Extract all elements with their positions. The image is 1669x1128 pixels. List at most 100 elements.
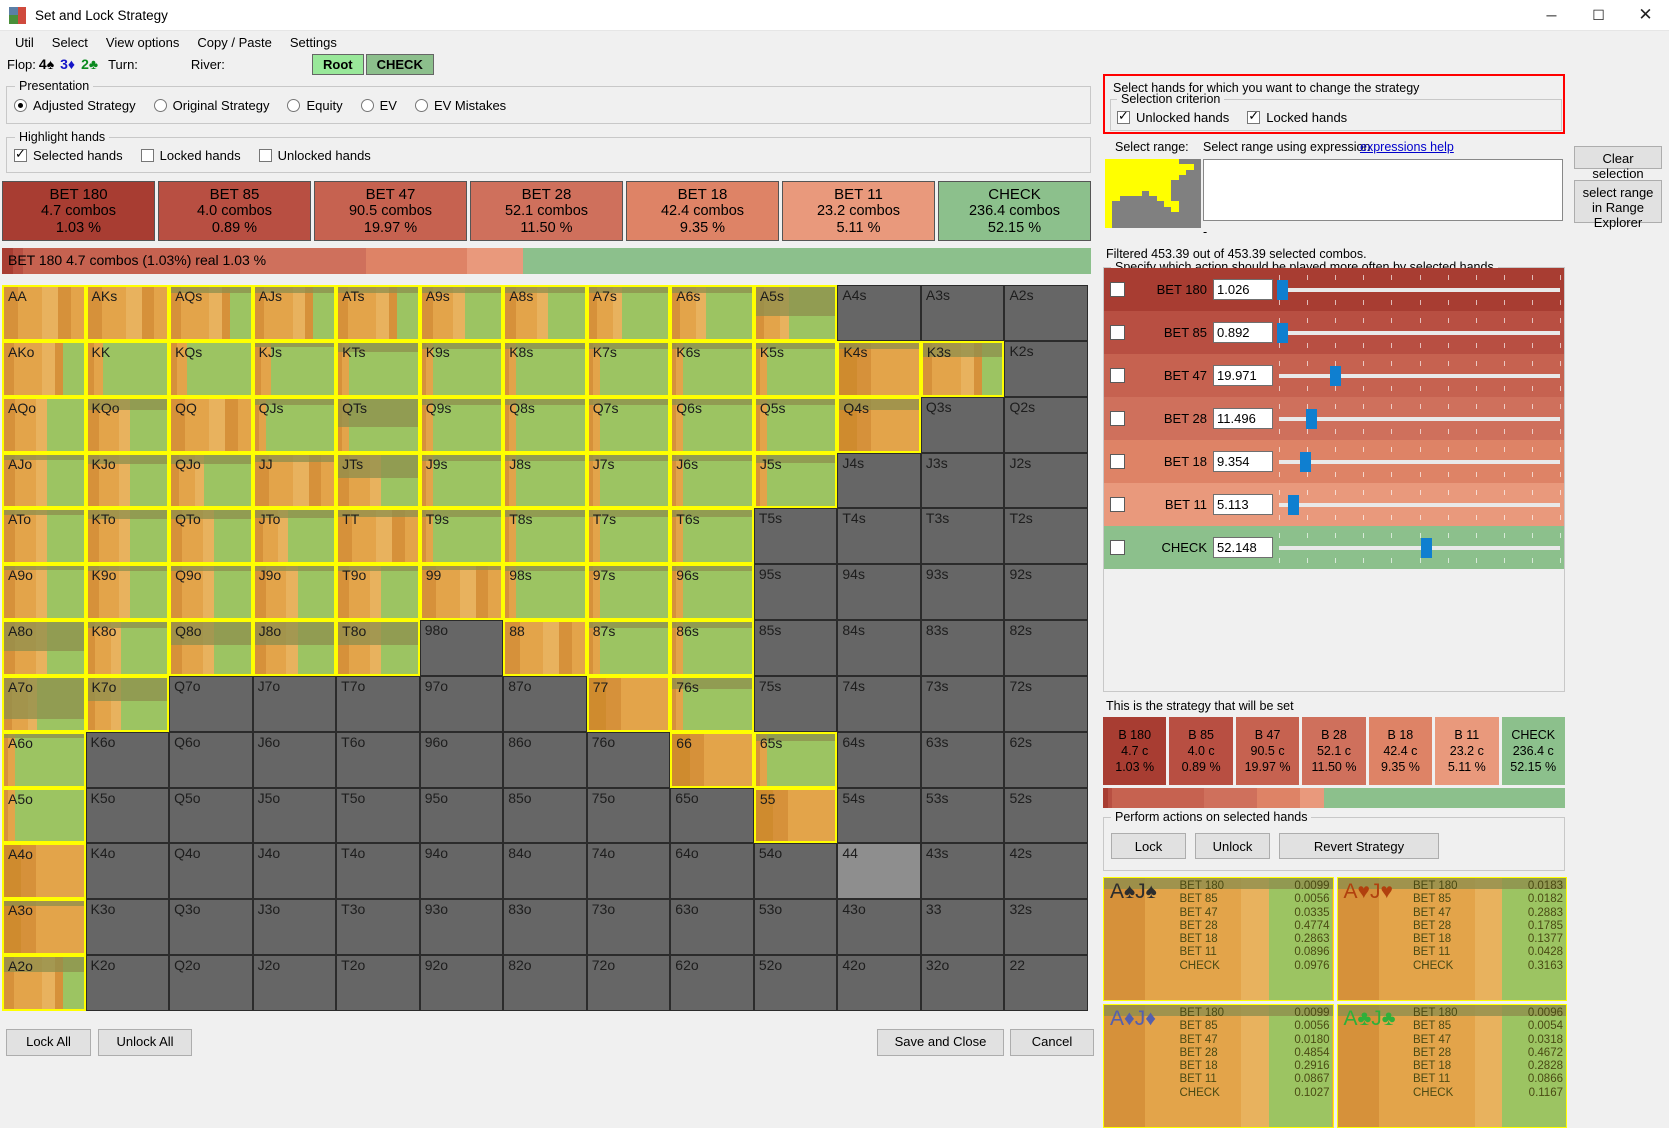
slider-lock-checkbox[interactable] bbox=[1110, 454, 1125, 469]
hand-cell-82s[interactable]: 82s bbox=[1004, 620, 1088, 676]
slider-thumb[interactable] bbox=[1288, 494, 1300, 515]
hand-cell-K5s[interactable]: K5s bbox=[753, 340, 838, 397]
slider-track-area[interactable] bbox=[1279, 357, 1561, 395]
hand-cell-55[interactable]: 55 bbox=[753, 787, 838, 844]
hand-cell-42s[interactable]: 42s bbox=[1004, 843, 1088, 900]
hand-cell-J3s[interactable]: J3s bbox=[920, 452, 1005, 509]
hand-cell-A9o[interactable]: A9o bbox=[2, 564, 86, 621]
hand-cell-T7s[interactable]: T7s bbox=[586, 508, 671, 565]
action-button-bet-18[interactable]: BET 18 42.4 combos 9.35 % bbox=[626, 181, 779, 241]
hand-cell-KK[interactable]: KK bbox=[85, 340, 170, 397]
hand-cell-64s[interactable]: 64s bbox=[837, 731, 921, 788]
hand-cell-T9s[interactable]: T9s bbox=[419, 508, 504, 565]
hand-cell-Q8o[interactable]: Q8o bbox=[169, 620, 253, 676]
slider-value-input[interactable]: 0.892 bbox=[1213, 322, 1273, 343]
highlight-option-selected-hands[interactable]: Selected hands bbox=[14, 147, 123, 163]
hand-cell-62s[interactable]: 62s bbox=[1004, 731, 1088, 788]
hand-cell-AA[interactable]: AA bbox=[2, 285, 86, 341]
perform-revert-strategy-button[interactable]: Revert Strategy bbox=[1279, 833, 1439, 859]
hand-cell-A6o[interactable]: A6o bbox=[2, 731, 86, 788]
close-button[interactable]: ✕ bbox=[1622, 0, 1669, 31]
hand-cell-Q2o[interactable]: Q2o bbox=[169, 955, 253, 1011]
hand-cell-K9o[interactable]: K9o bbox=[85, 564, 170, 621]
hand-cell-33[interactable]: 33 bbox=[920, 899, 1005, 956]
slider-thumb[interactable] bbox=[1330, 365, 1342, 386]
hand-cell-Q6o[interactable]: Q6o bbox=[169, 731, 253, 788]
hand-cell-QJs[interactable]: QJs bbox=[252, 396, 337, 453]
menu-item-select[interactable]: Select bbox=[43, 33, 97, 52]
hand-cell-75s[interactable]: 75s bbox=[753, 675, 838, 732]
slider-lock-checkbox[interactable] bbox=[1110, 540, 1125, 555]
slider-lock-checkbox[interactable] bbox=[1110, 325, 1125, 340]
hand-cell-82o[interactable]: 82o bbox=[503, 955, 587, 1011]
slider-value-input[interactable]: 5.113 bbox=[1213, 494, 1273, 515]
hand-cell-99[interactable]: 99 bbox=[419, 564, 504, 621]
hand-cell-QJo[interactable]: QJo bbox=[169, 452, 253, 509]
hand-cell-Q7s[interactable]: Q7s bbox=[586, 396, 671, 453]
hand-cell-95o[interactable]: 95o bbox=[419, 787, 504, 844]
hand-cell-93o[interactable]: 93o bbox=[419, 899, 504, 956]
hand-cell-Q9o[interactable]: Q9o bbox=[169, 564, 253, 621]
hand-cell-KTo[interactable]: KTo bbox=[85, 508, 170, 565]
slider-value-input[interactable]: 11.496 bbox=[1213, 408, 1273, 429]
hand-cell-QTs[interactable]: QTs bbox=[336, 396, 420, 453]
hand-cell-84s[interactable]: 84s bbox=[837, 620, 921, 676]
slider-track-area[interactable] bbox=[1276, 271, 1561, 309]
hand-cell-Q5s[interactable]: Q5s bbox=[753, 396, 838, 453]
hand-cell-A3s[interactable]: A3s bbox=[920, 285, 1005, 341]
minimize-button[interactable]: ─ bbox=[1528, 0, 1575, 31]
hand-cell-63s[interactable]: 63s bbox=[920, 731, 1005, 788]
hand-cell-K2s[interactable]: K2s bbox=[1004, 340, 1088, 397]
hand-cell-J8o[interactable]: J8o bbox=[252, 620, 337, 676]
hand-cell-K8o[interactable]: K8o bbox=[85, 620, 170, 676]
hand-cell-J7o[interactable]: J7o bbox=[252, 675, 337, 732]
hand-cell-A5o[interactable]: A5o bbox=[2, 787, 86, 844]
hand-cell-T7o[interactable]: T7o bbox=[336, 675, 420, 732]
hand-cell-53o[interactable]: 53o bbox=[753, 899, 838, 956]
hand-cell-AKs[interactable]: AKs bbox=[85, 285, 170, 341]
perform-unlock-button[interactable]: Unlock bbox=[1195, 833, 1270, 859]
action-button-check[interactable]: CHECK 236.4 combos 52.15 % bbox=[938, 181, 1091, 241]
hand-cell-63o[interactable]: 63o bbox=[670, 899, 754, 956]
hand-cell-74o[interactable]: 74o bbox=[586, 843, 671, 900]
hand-cell-85s[interactable]: 85s bbox=[753, 620, 838, 676]
slider-track-area[interactable] bbox=[1279, 443, 1561, 481]
hand-cell-AQs[interactable]: AQs bbox=[169, 285, 253, 341]
hand-cell-Q4o[interactable]: Q4o bbox=[169, 843, 253, 900]
hand-cell-KJs[interactable]: KJs bbox=[252, 340, 337, 397]
action-button-bet-180[interactable]: BET 180 4.7 combos 1.03 % bbox=[2, 181, 155, 241]
hand-cell-A2o[interactable]: A2o bbox=[2, 955, 86, 1011]
hand-cell-65s[interactable]: 65s bbox=[753, 731, 838, 788]
hand-cell-A7s[interactable]: A7s bbox=[586, 285, 671, 341]
hand-cell-T2o[interactable]: T2o bbox=[336, 955, 420, 1011]
hand-cell-K8s[interactable]: K8s bbox=[503, 340, 587, 397]
hand-cell-K3s[interactable]: K3s bbox=[920, 340, 1005, 397]
menu-item-view-options[interactable]: View options bbox=[97, 33, 188, 52]
slider-thumb[interactable] bbox=[1420, 537, 1432, 558]
hand-cell-86o[interactable]: 86o bbox=[503, 731, 587, 788]
hand-cell-K7o[interactable]: K7o bbox=[85, 675, 170, 732]
hand-detail-card-4[interactable]: A♣J♣ BET 180 0.0096 BET 85 0.0054 BET 47 0.031… bbox=[1336, 1004, 1567, 1128]
hand-cell-32o[interactable]: 32o bbox=[920, 955, 1005, 1011]
hand-cell-J9s[interactable]: J9s bbox=[419, 452, 504, 509]
hand-cell-84o[interactable]: 84o bbox=[503, 843, 587, 900]
hand-cell-93s[interactable]: 93s bbox=[920, 564, 1005, 621]
hand-cell-73s[interactable]: 73s bbox=[920, 675, 1005, 732]
presentation-option-ev[interactable]: EV bbox=[360, 98, 397, 113]
slider-track-area[interactable] bbox=[1276, 314, 1561, 352]
hand-cell-96o[interactable]: 96o bbox=[419, 731, 504, 788]
hand-cell-T3o[interactable]: T3o bbox=[336, 899, 420, 956]
action-button-bet-47[interactable]: BET 47 90.5 combos 19.97 % bbox=[314, 181, 467, 241]
hand-cell-A7o[interactable]: A7o bbox=[2, 675, 86, 732]
hand-cell-J6o[interactable]: J6o bbox=[252, 731, 337, 788]
hand-cell-K6s[interactable]: K6s bbox=[670, 340, 754, 397]
hand-cell-98s[interactable]: 98s bbox=[503, 564, 587, 621]
hand-cell-K9s[interactable]: K9s bbox=[419, 340, 504, 397]
hand-cell-76o[interactable]: 76o bbox=[586, 731, 671, 788]
hand-cell-K6o[interactable]: K6o bbox=[85, 731, 170, 788]
hand-cell-JTs[interactable]: JTs bbox=[336, 452, 420, 509]
hand-cell-A8o[interactable]: A8o bbox=[2, 620, 86, 676]
hand-cell-54s[interactable]: 54s bbox=[837, 787, 921, 844]
highlight-option-unlocked-hands[interactable]: Unlocked hands bbox=[258, 148, 371, 163]
hand-cell-A9s[interactable]: A9s bbox=[419, 285, 504, 341]
